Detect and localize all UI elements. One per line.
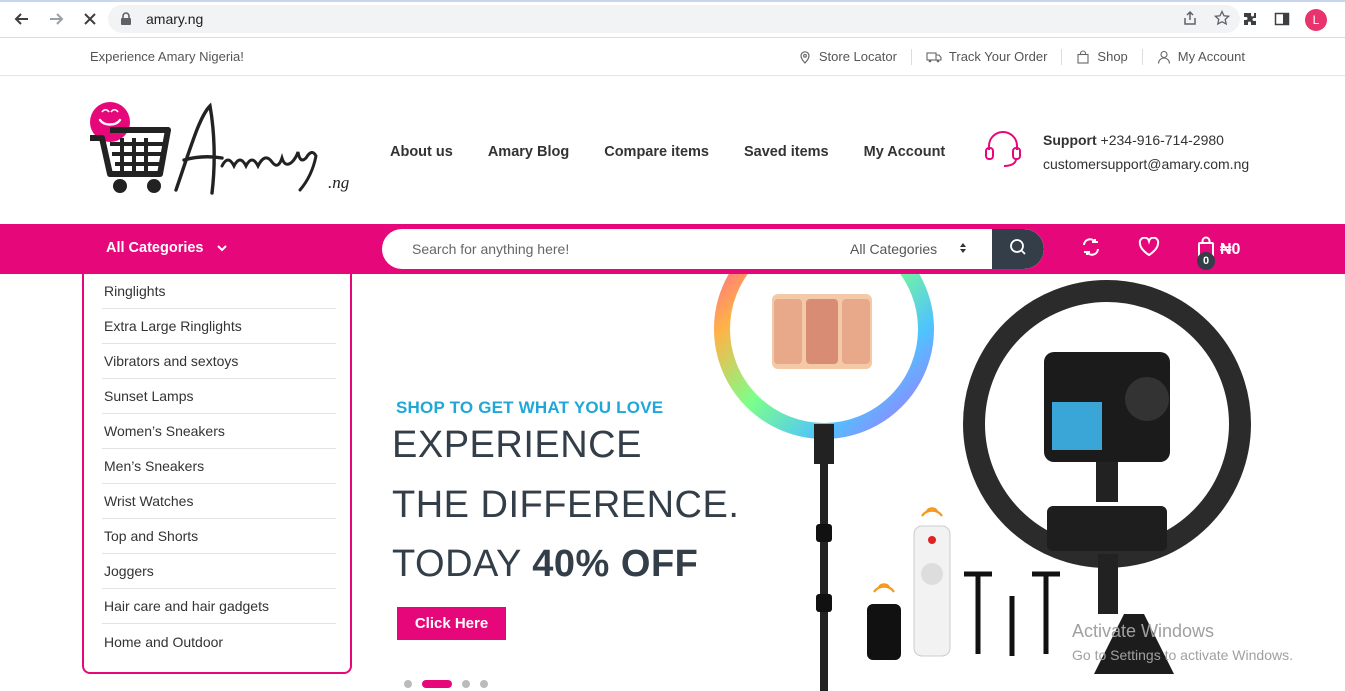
search-button[interactable] (992, 229, 1044, 269)
category-search-bar: All Categories All Categories (0, 224, 1345, 274)
header-actions: 0 ₦0 (1080, 236, 1241, 270)
main-nav: About us Amary Blog Compare items Saved … (390, 144, 945, 160)
store-locator-link[interactable]: Store Locator (784, 49, 911, 65)
shop-label: Shop (1097, 49, 1128, 64)
address-bar[interactable]: amary.ng (108, 5, 1240, 33)
store-locator-label: Store Locator (818, 49, 897, 64)
support-label: Support (1043, 132, 1097, 148)
search-icon (1009, 238, 1027, 261)
hero-headline-line-1: EXPERIENCE (392, 424, 642, 466)
slider-dot-2[interactable] (422, 680, 452, 688)
category-item[interactable]: Ringlights (102, 274, 336, 309)
nav-saved-items[interactable]: Saved items (744, 144, 829, 160)
nav-compare-items[interactable]: Compare items (604, 144, 709, 160)
watermark-subtitle: Go to Settings to activate Windows. (1072, 647, 1293, 663)
bookmark-star-icon[interactable] (1213, 9, 1231, 30)
map-pin-icon (798, 50, 812, 64)
search-category-value: All Categories (850, 241, 938, 257)
select-arrows-icon (959, 241, 967, 257)
my-account-top-link[interactable]: My Account (1141, 48, 1259, 65)
category-sidebar: Ringlights Extra Large Ringlights Vibrat… (82, 274, 352, 674)
hero-slider: SHOP TO GET WHAT YOU LOVE EXPERIENCE THE… (352, 274, 1345, 691)
back-icon[interactable] (8, 5, 36, 33)
search-form: All Categories (382, 229, 1044, 269)
category-item[interactable]: Top and Shorts (102, 519, 336, 554)
svg-text:.ng: .ng (328, 173, 349, 192)
track-order-label: Track Your Order (948, 49, 1048, 64)
slider-dot-4[interactable] (480, 680, 488, 688)
profile-avatar[interactable]: L (1305, 9, 1327, 31)
amary-logo[interactable]: .ng (88, 98, 363, 208)
chevron-down-icon (216, 240, 228, 256)
category-item[interactable]: Wrist Watches (102, 484, 336, 519)
url-text: amary.ng (146, 11, 204, 27)
nav-my-account[interactable]: My Account (864, 144, 946, 160)
support-phone[interactable]: +234-916-714-2980 (1101, 132, 1224, 148)
my-account-top-label: My Account (1177, 49, 1245, 64)
top-info-bar: Experience Amary Nigeria! Store Locator … (0, 38, 1345, 76)
watermark-title: Activate Windows (1072, 621, 1215, 641)
category-item[interactable]: Hair care and hair gadgets (102, 589, 336, 624)
category-item[interactable]: Vibrators and sextoys (102, 344, 336, 379)
wishlist-heart-icon[interactable] (1138, 236, 1160, 262)
shop-link[interactable]: Shop (1061, 48, 1141, 65)
site-header: .ng About us Amary Blog Compare items Sa… (0, 76, 1345, 224)
hero-headline-line-3: TODAY 40% OFF (392, 543, 698, 586)
truck-icon (926, 50, 942, 64)
nav-about-us[interactable]: About us (390, 144, 453, 160)
tab-strip (0, 0, 1345, 2)
forward-icon[interactable] (42, 5, 70, 33)
browser-toolbar: amary.ng L (0, 0, 1345, 38)
hero-cta-button[interactable]: Click Here (397, 607, 506, 640)
cart-button[interactable]: 0 ₦0 (1196, 236, 1241, 270)
side-panel-icon[interactable] (1273, 11, 1291, 29)
category-item[interactable]: Extra Large Ringlights (102, 309, 336, 344)
slider-dot-3[interactable] (462, 680, 470, 688)
hero-discount-text: 40% OFF (532, 543, 699, 585)
lock-icon (120, 12, 134, 26)
slider-dot-1[interactable] (404, 680, 412, 688)
hero-kicker: SHOP TO GET WHAT YOU LOVE (396, 398, 664, 417)
category-item[interactable]: Women’s Sneakers (102, 414, 336, 449)
share-icon[interactable] (1182, 10, 1198, 30)
headset-icon (983, 128, 1023, 173)
slider-dots (404, 680, 488, 688)
all-categories-label: All Categories (106, 240, 204, 256)
category-item[interactable]: Joggers (102, 554, 336, 589)
windows-activation-watermark: Activate Windows Go to Settings to activ… (1072, 619, 1293, 667)
nav-amary-blog[interactable]: Amary Blog (488, 144, 569, 160)
search-category-select[interactable]: All Categories (850, 229, 967, 269)
category-item[interactable]: Men’s Sneakers (102, 449, 336, 484)
hero-headline-line-2: THE DIFFERENCE. (392, 484, 740, 526)
stop-loading-icon[interactable] (76, 5, 104, 33)
user-icon (1157, 50, 1171, 64)
category-item[interactable]: Home and Outdoor (102, 624, 336, 659)
shopping-bag-icon (1076, 49, 1090, 64)
search-input[interactable] (382, 229, 832, 269)
compare-icon[interactable] (1080, 236, 1102, 263)
welcome-text: Experience Amary Nigeria! (90, 49, 244, 64)
cart-count-badge: 0 (1197, 252, 1215, 270)
track-order-link[interactable]: Track Your Order (910, 48, 1062, 65)
all-categories-toggle[interactable]: All Categories (106, 240, 228, 256)
hero-today-text: TODAY (392, 543, 522, 585)
category-item[interactable]: Sunset Lamps (102, 379, 336, 414)
support-email[interactable]: customersupport@amary.com.ng (1043, 152, 1249, 176)
support-block: Support +234-916-714-2980 customersuppor… (983, 128, 1249, 176)
cart-total: ₦0 (1220, 240, 1241, 258)
extensions-icon[interactable] (1241, 11, 1259, 29)
top-links: Store Locator Track Your Order Shop My A… (784, 48, 1259, 65)
